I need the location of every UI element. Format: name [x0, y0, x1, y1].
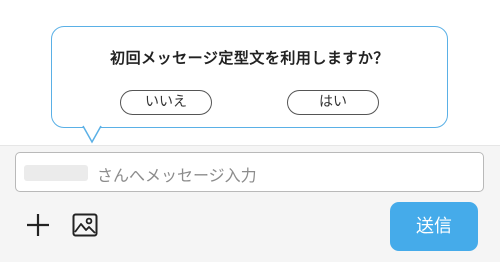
no-button[interactable]: いいえ — [120, 90, 212, 115]
message-input-placeholder: さんへメッセージ入力 — [97, 166, 257, 185]
recipient-name-redacted — [24, 165, 88, 181]
image-icon[interactable] — [72, 211, 98, 239]
message-input[interactable]: さんへメッセージ入力 — [15, 152, 484, 192]
template-prompt-bubble: 初回メッセージ定型文を利用しますか？ いいえ はい — [51, 26, 448, 128]
send-button[interactable]: 送信 — [390, 202, 478, 251]
prompt-question: 初回メッセージ定型文を利用しますか？ — [110, 49, 389, 67]
yes-button[interactable]: はい — [287, 90, 379, 115]
bubble-tail — [82, 125, 102, 145]
plus-icon[interactable] — [26, 213, 50, 237]
